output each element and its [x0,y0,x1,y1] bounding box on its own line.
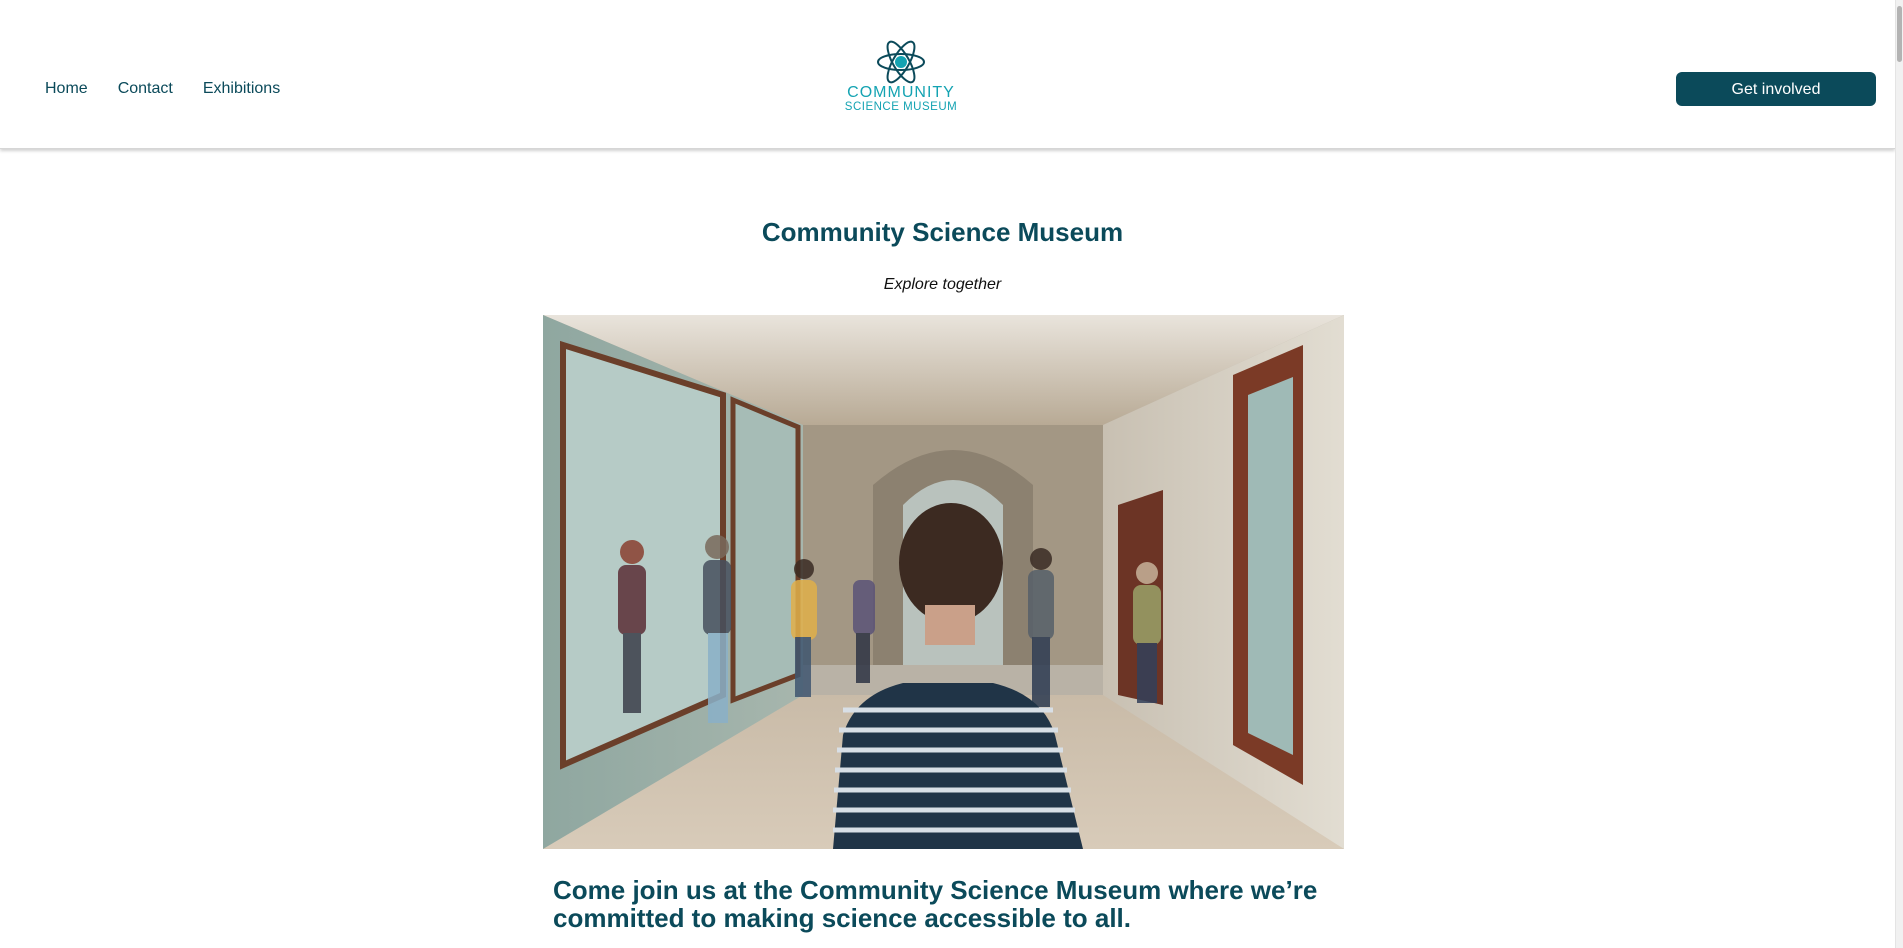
tagline: Explore together [883,276,1002,293]
nav-contact-link[interactable]: Contact [118,79,173,99]
get-involved-button[interactable]: Get involved [1676,72,1876,106]
hero-image [543,315,1344,849]
intro-heading: Come join us at the Community Science Mu… [553,875,1318,933]
site-logo[interactable]: COMMUNITY SCIENCE MUSEUM [826,40,976,120]
page: Home Contact Exhibitions COMMUNITY SCIEN… [0,0,1895,948]
logo-text-line2: SCIENCE MUSEUM [844,101,958,113]
page-title: Community Science Museum [761,217,1124,247]
atom-icon [877,40,925,84]
main-nav: Home Contact Exhibitions [45,79,280,99]
nav-exhibitions-link[interactable]: Exhibitions [203,79,280,99]
scrollbar-thumb[interactable] [1897,6,1902,62]
site-header: Home Contact Exhibitions COMMUNITY SCIEN… [0,0,1895,149]
nav-home-link[interactable]: Home [45,79,88,99]
vertical-scrollbar[interactable] [1895,0,1903,948]
logo-text-line1: COMMUNITY [847,84,955,101]
